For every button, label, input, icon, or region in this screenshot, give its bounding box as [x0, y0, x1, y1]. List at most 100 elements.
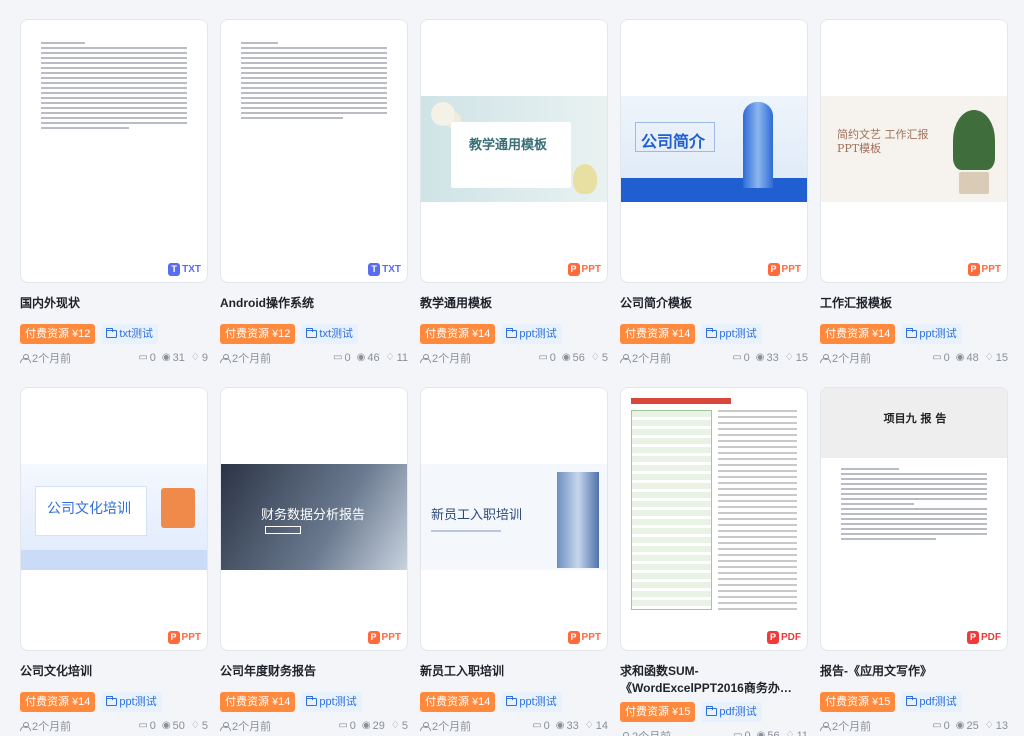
card-thumbnail[interactable]: P PDF [620, 387, 808, 651]
card-title[interactable]: 教学通用模板 [420, 295, 608, 312]
like-count: 15 [995, 352, 1008, 364]
slide-title: 财务数据分析报告 [261, 507, 366, 522]
card-thumbnail[interactable]: T TXT [20, 19, 208, 283]
resource-card[interactable]: 教学通用模板 P PPT 教学通用模板 付费资源 ¥14 ppt测试 2个月前 ▭ 0… [420, 19, 608, 366]
post-time: 2个月前 [32, 353, 72, 365]
resource-card[interactable]: 新员工入职培训 P PPT 新员工入职培训 付费资源 ¥14 ppt测试 2个月前 … [420, 387, 608, 734]
view-count: 25 [966, 720, 979, 732]
price-tag[interactable]: 付费资源 ¥14 [20, 692, 96, 712]
category-tag[interactable]: ppt测试 [501, 692, 562, 712]
ppt-icon: P [767, 263, 780, 276]
thumbs-up-icon: ♢ [984, 352, 994, 363]
user-icon [420, 721, 431, 731]
slide-title: 公司简介 [641, 132, 706, 151]
card-title[interactable]: 求和函数SUM-《WordExcelPPT2016商务办… [620, 663, 808, 697]
card-thumbnail[interactable]: 财务数据分析报告 P PPT [220, 387, 408, 651]
resource-card[interactable]: T TXT 国内外现状 付费资源 ¥12 txt测试 2个月前 ▭ 0 ◉ 31 ♢ 9 [20, 19, 208, 366]
resource-card[interactable]: T TXT Android操作系统 付费资源 ¥12 txt测试 2个月前 ▭ 0 ◉ 4… [220, 19, 408, 366]
user-icon [820, 353, 831, 363]
text-document-preview [41, 42, 187, 132]
price-tag[interactable]: 付费资源 ¥14 [220, 692, 296, 712]
ppt-icon: P [967, 263, 980, 276]
price-tag[interactable]: 付费资源 ¥15 [820, 692, 896, 712]
category-tag[interactable]: ppt测试 [901, 324, 962, 344]
price-tag[interactable]: 付费资源 ¥15 [620, 702, 696, 722]
post-time: 2个月前 [432, 353, 472, 365]
resource-card[interactable]: 财务数据分析报告 P PPT 公司年度财务报告 付费资源 ¥14 ppt测试 2个月… [220, 387, 408, 734]
thumbs-up-icon: ♢ [984, 720, 994, 731]
building-icon [743, 102, 773, 188]
card-thumbnail[interactable]: 公司文化培训 P PPT [20, 387, 208, 651]
slide-preview: 教学通用模板 [421, 96, 607, 202]
comment-count: 0 [943, 352, 950, 364]
card-thumbnail[interactable]: 公司简介 P PPT [620, 19, 808, 283]
category-tag[interactable]: txt测试 [301, 324, 359, 344]
folder-icon [506, 696, 518, 706]
thumbs-up-icon: ♢ [784, 352, 794, 363]
post-time: 2个月前 [32, 721, 72, 733]
eye-icon: ◉ [161, 720, 171, 731]
category-tag[interactable]: ppt测试 [101, 692, 162, 712]
comment-count: 0 [743, 352, 750, 364]
resource-card[interactable]: 公司文化培训 P PPT 公司文化培训 付费资源 ¥14 ppt测试 2个月前 ▭ 0… [20, 387, 208, 734]
card-title[interactable]: 新员工入职培训 [420, 663, 608, 680]
category-tag[interactable]: ppt测试 [501, 324, 562, 344]
ppt-icon: P [567, 263, 580, 276]
ppt-icon: P [567, 631, 580, 644]
card-title[interactable]: 国内外现状 [20, 295, 208, 312]
thumbs-up-icon: ♢ [190, 352, 200, 363]
card-title[interactable]: 公司年度财务报告 [220, 663, 408, 680]
resource-card[interactable]: 简约文艺 工作汇报PPT模板 P PPT 工作汇报模板 付费资源 ¥14 ppt测试… [820, 19, 1008, 366]
card-title[interactable]: Android操作系统 [220, 295, 408, 312]
ppt-file-badge: P PPT [167, 631, 201, 644]
comment-icon: ▭ [733, 730, 743, 736]
plant-icon [953, 110, 995, 170]
price-tag[interactable]: 付费资源 ¥12 [220, 324, 296, 344]
resource-card[interactable]: 公司简介 P PPT 公司简介模板 付费资源 ¥14 ppt测试 2个月前 ▭ 0 ◉ 3… [620, 19, 808, 366]
slide-title: 新员工入职培训 [431, 508, 523, 523]
eye-icon: ◉ [361, 720, 371, 731]
price-tag[interactable]: 付费资源 ¥14 [420, 324, 496, 344]
category-tag[interactable]: pdf测试 [701, 702, 762, 722]
card-thumbnail[interactable]: 项目九 报 告 P PDF [820, 387, 1008, 651]
card-title[interactable]: 公司文化培训 [20, 663, 208, 680]
thumbs-up-icon: ♢ [190, 720, 200, 731]
category-tag[interactable]: ppt测试 [701, 324, 762, 344]
ppt-icon: P [367, 631, 380, 644]
price-tag[interactable]: 付费资源 ¥14 [420, 692, 496, 712]
card-thumbnail[interactable]: 教学通用模板 P PPT [420, 19, 608, 283]
category-tag[interactable]: ppt测试 [301, 692, 362, 712]
card-title[interactable]: 公司简介模板 [620, 295, 808, 312]
price-tag[interactable]: 付费资源 ¥14 [620, 324, 696, 344]
card-thumbnail[interactable]: 简约文艺 工作汇报PPT模板 P PPT [820, 19, 1008, 283]
price-tag[interactable]: 付费资源 ¥12 [20, 324, 96, 344]
post-time: 2个月前 [232, 721, 272, 733]
ppt-file-badge: P PPT [767, 263, 801, 276]
price-tag[interactable]: 付费资源 ¥14 [820, 324, 896, 344]
resource-card[interactable]: P PDF 求和函数SUM-《WordExcelPPT2016商务办… 付费资源 … [620, 387, 808, 736]
category-tag[interactable]: txt测试 [101, 324, 159, 344]
card-thumbnail[interactable]: 新员工入职培训 P PPT [420, 387, 608, 651]
view-count: 33 [566, 720, 579, 732]
card-title[interactable]: 报告-《应用文写作》 [820, 663, 1008, 680]
user-icon [620, 353, 631, 363]
comment-icon: ▭ [338, 720, 348, 731]
view-count: 31 [172, 352, 185, 364]
text-document-preview [241, 42, 387, 122]
pdf-file-badge: P PDF [967, 631, 1001, 644]
text-document-preview [841, 468, 987, 543]
card-title[interactable]: 工作汇报模板 [820, 295, 1008, 312]
folder-icon [706, 328, 718, 338]
user-icon [820, 721, 831, 731]
comment-count: 0 [543, 720, 550, 732]
txt-icon: T [168, 263, 181, 276]
post-time: 2个月前 [232, 353, 272, 365]
comment-count: 0 [744, 730, 751, 736]
folder-icon [906, 328, 918, 338]
view-count: 56 [572, 352, 585, 364]
resource-card[interactable]: 项目九 报 告 P PDF 报告-《应用文写作》 付费资源 ¥15 pdf测试 2个… [820, 387, 1008, 734]
category-tag[interactable]: pdf测试 [901, 692, 962, 712]
view-count: 56 [767, 730, 780, 736]
card-thumbnail[interactable]: T TXT [220, 19, 408, 283]
comment-count: 0 [149, 352, 156, 364]
